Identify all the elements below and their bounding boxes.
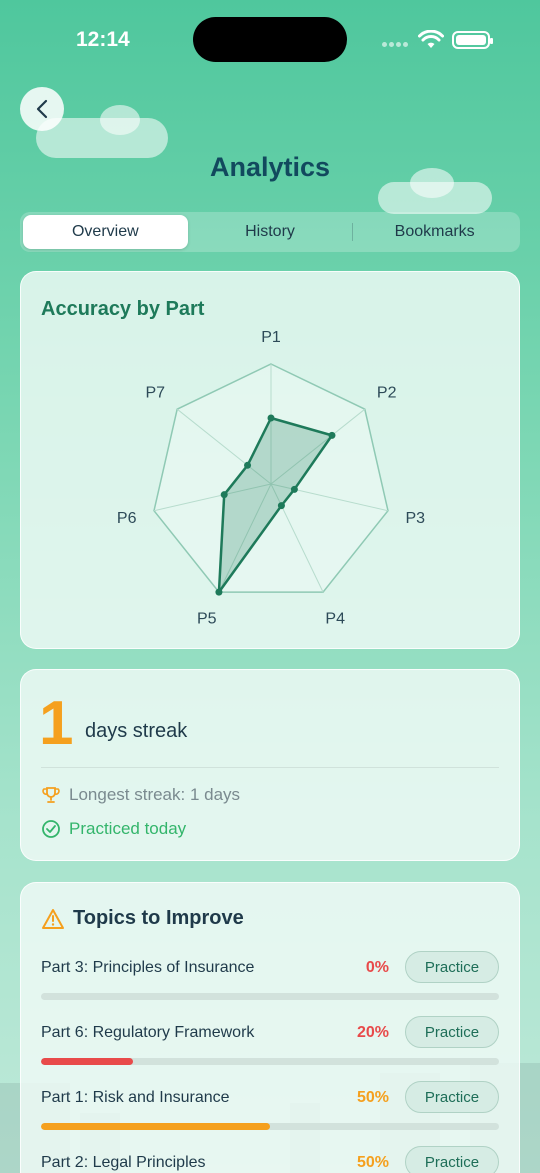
radar-point-p7 (244, 461, 252, 469)
longest-streak-text: Longest streak: 1 days (69, 785, 241, 804)
tab-bookmarks[interactable]: Bookmarks (352, 215, 517, 249)
radar-point-p2 (328, 431, 336, 439)
progress-track (41, 993, 499, 1000)
chevron-left-icon (36, 99, 48, 119)
radar-label-p2: P2 (377, 385, 397, 402)
radar-label-p4: P4 (325, 610, 345, 627)
wifi-icon (418, 30, 444, 48)
topic-percent: 50% (356, 1154, 389, 1171)
status-bar: 12:14 (0, 0, 540, 80)
battery-icon (452, 31, 493, 49)
topic-row: Part 6: Regulatory Framework 20% Practic… (41, 1016, 499, 1068)
accuracy-card: Accuracy by Part P1 P2 P3 P4 P5 P6 P7 (20, 271, 520, 649)
radar-label-p6: P6 (117, 510, 137, 527)
radar-point-p1 (267, 414, 275, 422)
topic-name: Part 1: Risk and Insurance (41, 1089, 230, 1106)
streak-label: days streak (85, 720, 188, 742)
page-title: Analytics (209, 152, 331, 182)
practiced-today-row: Practiced today (41, 819, 186, 839)
radar-point-p6 (220, 491, 228, 499)
streak-count: 1 (39, 689, 74, 758)
tab-overview[interactable]: Overview (23, 215, 188, 249)
topic-percent: 0% (365, 959, 389, 976)
topic-percent: 50% (356, 1089, 389, 1106)
topics-title-row: Topics to Improve (41, 907, 244, 930)
status-time: 12:14 (76, 28, 130, 51)
practiced-today-text: Practiced today (69, 819, 187, 838)
radar-label-p7: P7 (145, 385, 165, 402)
practice-button[interactable]: Practice (405, 1016, 499, 1048)
practice-button[interactable]: Practice (405, 951, 499, 983)
accuracy-radar-chart: P1 P2 P3 P4 P5 P6 P7 (117, 329, 426, 627)
radar-label-p1: P1 (261, 329, 281, 346)
warning-icon (42, 908, 64, 929)
topic-row: Part 2: Legal Principles 50% Practice (41, 1146, 499, 1173)
progress-fill (41, 1058, 133, 1065)
divider (41, 767, 499, 768)
cellular-signal-icon (382, 42, 408, 47)
streak-card: 1 days streak Longest streak: 1 days Pra… (20, 669, 520, 861)
segmented-tabs: Overview History Bookmarks (20, 212, 520, 252)
check-circle-icon (42, 820, 60, 838)
dynamic-island (193, 17, 347, 62)
radar-point-p5 (215, 588, 223, 596)
topic-percent: 20% (356, 1024, 389, 1041)
topic-name: Part 6: Regulatory Framework (41, 1024, 255, 1041)
radar-point-p4 (277, 502, 285, 510)
progress-fill (41, 1123, 270, 1130)
topics-title: Topics to Improve (73, 907, 244, 929)
tab-history[interactable]: History (188, 215, 353, 249)
topics-card: Topics to Improve Part 3: Principles of … (20, 882, 520, 1173)
back-button[interactable] (20, 87, 64, 131)
progress-track (41, 1058, 499, 1065)
longest-streak-row: Longest streak: 1 days (41, 785, 240, 805)
topic-row: Part 3: Principles of Insurance 0% Pract… (41, 951, 499, 1003)
trophy-icon (42, 787, 60, 803)
topic-name: Part 2: Legal Principles (41, 1154, 206, 1171)
radar-point-p3 (290, 485, 298, 493)
radar-label-p3: P3 (406, 510, 426, 527)
practice-button[interactable]: Practice (405, 1081, 499, 1113)
practice-button[interactable]: Practice (405, 1146, 499, 1173)
cloud-decoration (100, 105, 140, 135)
progress-track (41, 1123, 499, 1130)
topic-name: Part 3: Principles of Insurance (41, 959, 255, 976)
topic-row: Part 1: Risk and Insurance 50% Practice (41, 1081, 499, 1133)
radar-label-p5: P5 (197, 610, 217, 627)
